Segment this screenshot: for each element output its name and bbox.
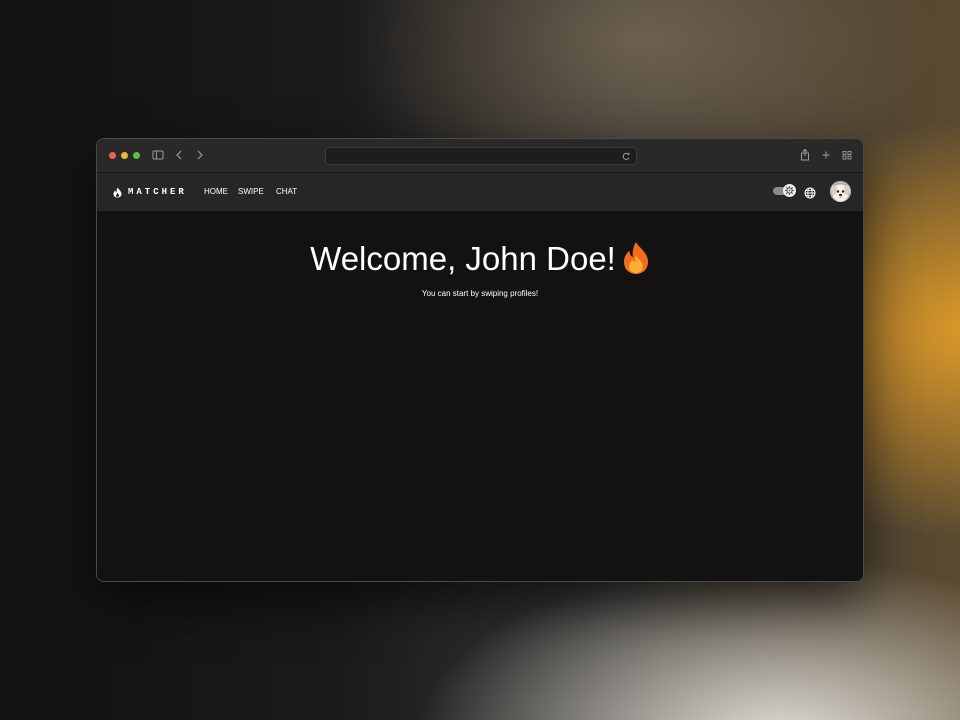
flame-logo-icon (113, 187, 122, 197)
app-navbar: MATCHER HOME SWIPE CHAT (97, 173, 863, 211)
welcome-subtitle: You can start by swiping profiles! (421, 289, 539, 298)
main-content: Welcome, John Doe! You can start by swip… (97, 211, 863, 581)
welcome-text: Welcome, John Doe! (310, 240, 616, 277)
theme-toggle-knob[interactable] (783, 184, 796, 197)
close-window-button[interactable] (109, 152, 116, 159)
logo-text: MATCHER (128, 187, 187, 197)
new-tab-icon[interactable] (820, 147, 832, 163)
back-icon[interactable] (174, 147, 184, 163)
minimize-window-button[interactable] (121, 152, 128, 159)
user-avatar[interactable] (830, 181, 851, 202)
forward-icon[interactable] (195, 147, 205, 163)
welcome-heading: Welcome, John Doe! (97, 239, 863, 279)
maximize-window-button[interactable] (133, 152, 140, 159)
nav-link-home[interactable]: HOME (204, 186, 228, 198)
sidebar-toggle-icon[interactable] (152, 147, 164, 163)
nav-link-swipe[interactable]: SWIPE (238, 186, 264, 198)
tab-overview-icon[interactable] (841, 147, 853, 163)
reload-icon[interactable] (620, 149, 632, 163)
fire-emoji-icon (623, 242, 648, 274)
gear-icon (785, 186, 794, 195)
matcher-logo[interactable]: MATCHER (113, 185, 187, 199)
browser-titlebar (97, 139, 863, 173)
browser-window: MATCHER HOME SWIPE CHAT Welcome, John Do… (96, 138, 864, 582)
globe-icon[interactable] (804, 186, 816, 199)
nav-link-chat[interactable]: CHAT (276, 186, 297, 198)
address-bar[interactable] (325, 147, 637, 165)
dog-avatar-icon (830, 181, 851, 202)
share-icon[interactable] (799, 147, 811, 163)
